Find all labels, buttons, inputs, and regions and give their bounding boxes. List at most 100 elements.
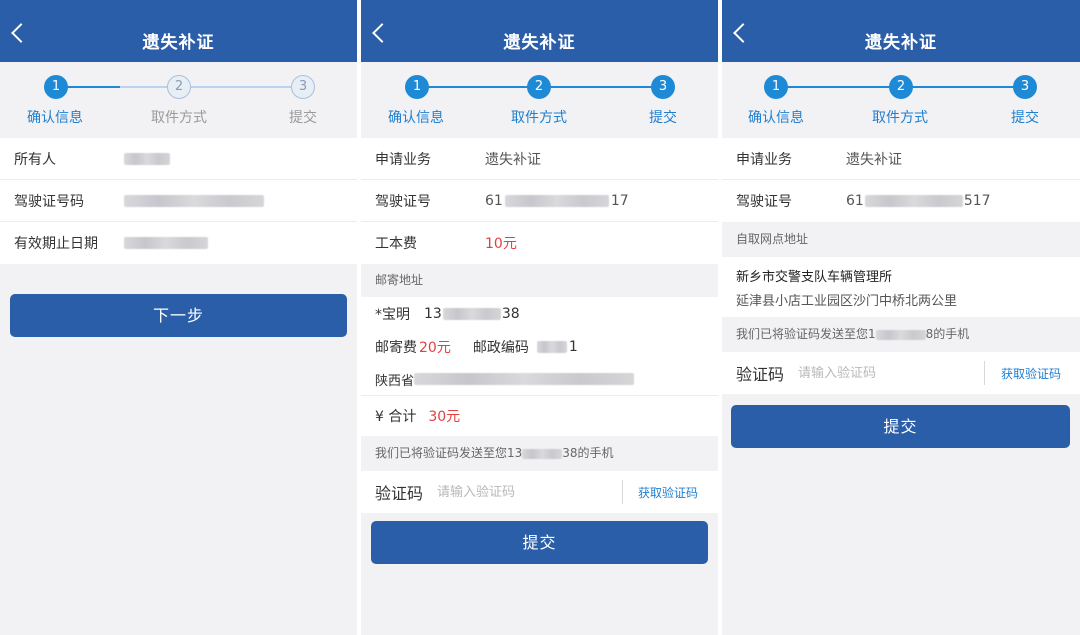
- total-value: 30元: [428, 409, 461, 425]
- business-value: 遗失补证: [485, 151, 541, 168]
- business-row: 申请业务 遗失补证: [722, 138, 1080, 180]
- sms-notice-prefix: 我们已将验证码发送至您1: [736, 327, 876, 341]
- expiry-row: 有效期止日期: [0, 222, 357, 264]
- recipient-phone-prefix: 13: [424, 305, 442, 322]
- license-number-prefix: 61: [846, 193, 864, 209]
- license-number-suffix: 17: [610, 192, 629, 209]
- sms-notice: 我们已将验证码发送至您1 8的手机: [722, 317, 1080, 352]
- step-3-label: 提交: [649, 110, 677, 126]
- order-info-list: 申请业务 遗失补证 驾驶证号 61 17 工本费 10元: [361, 138, 718, 264]
- panel-confirm-info: 遗失补证 1 2 3 确认信息 取件方式 提交 所有人 驾驶证号码 有效期止日期…: [0, 0, 357, 635]
- nav-header: 遗失补证: [361, 0, 718, 62]
- license-number-redacted: [864, 195, 963, 207]
- expiry-value-redacted: [124, 237, 208, 249]
- fee-row: 工本费 10元: [361, 222, 718, 264]
- postage-label: 邮寄费: [375, 339, 417, 356]
- sms-notice: 我们已将验证码发送至您13 38的手机: [361, 436, 718, 471]
- page-title: 遗失补证: [503, 33, 576, 53]
- recipient-row: *宝明 13 38: [361, 297, 718, 330]
- address-redacted: [414, 373, 635, 385]
- license-number-row: 驾驶证号 61 17: [361, 180, 718, 222]
- step-2-label: 取件方式: [511, 110, 567, 126]
- divider: [622, 480, 623, 504]
- recipient-phone-redacted: [442, 307, 501, 320]
- license-number-label: 驾驶证号码: [14, 193, 84, 210]
- step-1-label: 确认信息: [388, 110, 444, 126]
- owner-label: 所有人: [14, 151, 56, 168]
- sms-notice-suffix: 38的手机: [562, 446, 614, 460]
- get-code-button[interactable]: 获取验证码: [1001, 365, 1061, 382]
- pickup-card: 新乡市交警支队车辆管理所 延津县小店工业园区沙门中桥北两公里: [722, 257, 1080, 317]
- step-2-label: 取件方式: [872, 110, 928, 126]
- pickup-name: 新乡市交警支队车辆管理所: [736, 269, 893, 285]
- license-number-prefix: 61: [485, 192, 503, 209]
- step-2-circle: 2: [527, 75, 551, 99]
- mail-address-card[interactable]: *宝明 13 38 邮寄费 20元 邮政编码 1 陕西省 ¥ 合计 30元: [361, 297, 718, 436]
- step-3-circle: 3: [291, 75, 315, 99]
- expiry-label: 有效期止日期: [14, 236, 98, 252]
- postage-value: 20元: [419, 339, 451, 356]
- recipient-name: *宝明: [375, 306, 410, 323]
- owner-row: 所有人: [0, 138, 357, 180]
- sms-phone-redacted: [522, 448, 563, 459]
- license-number-suffix: 517: [963, 193, 991, 209]
- verify-code-input[interactable]: [798, 365, 968, 381]
- license-number-row: 驾驶证号 61 517: [722, 180, 1080, 222]
- step-indicator: 1 2 3 确认信息 取件方式 提交: [361, 62, 718, 138]
- step-3-label: 提交: [289, 110, 317, 126]
- page-title: 遗失补证: [142, 33, 215, 53]
- divider: [984, 361, 985, 385]
- verify-code-row: 验证码 获取验证码: [722, 352, 1080, 394]
- step-2-label: 取件方式: [151, 110, 207, 126]
- address-prefix: 陕西省: [375, 373, 415, 389]
- submit-button[interactable]: 提交: [371, 521, 708, 564]
- sms-notice-prefix: 我们已将验证码发送至您13: [375, 446, 523, 460]
- sms-phone-redacted: [875, 329, 926, 340]
- step-3-label: 提交: [1011, 110, 1039, 126]
- license-number-redacted: [124, 194, 264, 207]
- sms-notice-suffix: 8的手机: [925, 327, 970, 341]
- pickup-address: 延津县小店工业园区沙门中桥北两公里: [736, 293, 958, 309]
- step-1-label: 确认信息: [27, 110, 83, 126]
- step-1-circle: 1: [405, 75, 429, 99]
- verify-code-label: 验证码: [375, 484, 424, 503]
- postcode-redacted: [536, 340, 567, 353]
- total-label: ¥ 合计: [375, 409, 417, 425]
- recipient-phone-suffix: 38: [501, 305, 520, 322]
- verify-code-row: 验证码 获取验证码: [361, 471, 718, 513]
- owner-value-redacted: [124, 152, 170, 165]
- fee-label: 工本费: [375, 236, 417, 252]
- page-title: 遗失补证: [865, 33, 937, 53]
- mail-address-section: 邮寄地址: [361, 264, 718, 297]
- step-1-circle: 1: [764, 75, 788, 99]
- next-step-button[interactable]: 下一步: [10, 294, 347, 337]
- license-number-label: 驾驶证号: [736, 194, 792, 210]
- postcode-label: 邮政编码: [472, 339, 529, 356]
- panel-pickup-method: 遗失补证 1 2 3 确认信息 取件方式 提交 申请业务 遗失补证 驾驶证号 6…: [361, 0, 718, 635]
- postage-row: 邮寄费 20元 邮政编码 1: [361, 330, 718, 363]
- verify-code-label: 验证码: [736, 365, 785, 384]
- license-number-label: 驾驶证号: [375, 193, 431, 210]
- business-label: 申请业务: [375, 151, 431, 168]
- nav-header: 遗失补证: [0, 0, 357, 62]
- order-info-list: 申请业务 遗失补证 驾驶证号 61 517: [722, 138, 1080, 222]
- step-3-circle: 3: [651, 75, 675, 99]
- business-label: 申请业务: [736, 151, 792, 168]
- step-2-circle: 2: [889, 75, 913, 99]
- get-code-button[interactable]: 获取验证码: [638, 484, 698, 501]
- step-line: [180, 86, 304, 88]
- step-indicator: 1 2 3 确认信息 取件方式 提交: [0, 62, 357, 138]
- business-value: 遗失补证: [846, 151, 902, 168]
- verify-code-input[interactable]: [437, 484, 607, 500]
- address-row: 陕西省: [361, 363, 718, 396]
- total-row: ¥ 合计 30元: [361, 396, 718, 436]
- fee-value: 10元: [485, 236, 517, 252]
- info-list: 所有人 驾驶证号码 有效期止日期: [0, 138, 357, 264]
- step-1-circle: 1: [44, 75, 68, 99]
- step-1-label: 确认信息: [748, 110, 804, 126]
- panel-self-pickup: 遗失补证 1 2 3 确认信息 取件方式 提交 申请业务 遗失补证 驾驶证号 6…: [722, 0, 1080, 635]
- submit-button[interactable]: 提交: [731, 405, 1070, 448]
- postcode-suffix: 1: [568, 338, 578, 355]
- step-3-circle: 3: [1013, 75, 1037, 99]
- business-row: 申请业务 遗失补证: [361, 138, 718, 180]
